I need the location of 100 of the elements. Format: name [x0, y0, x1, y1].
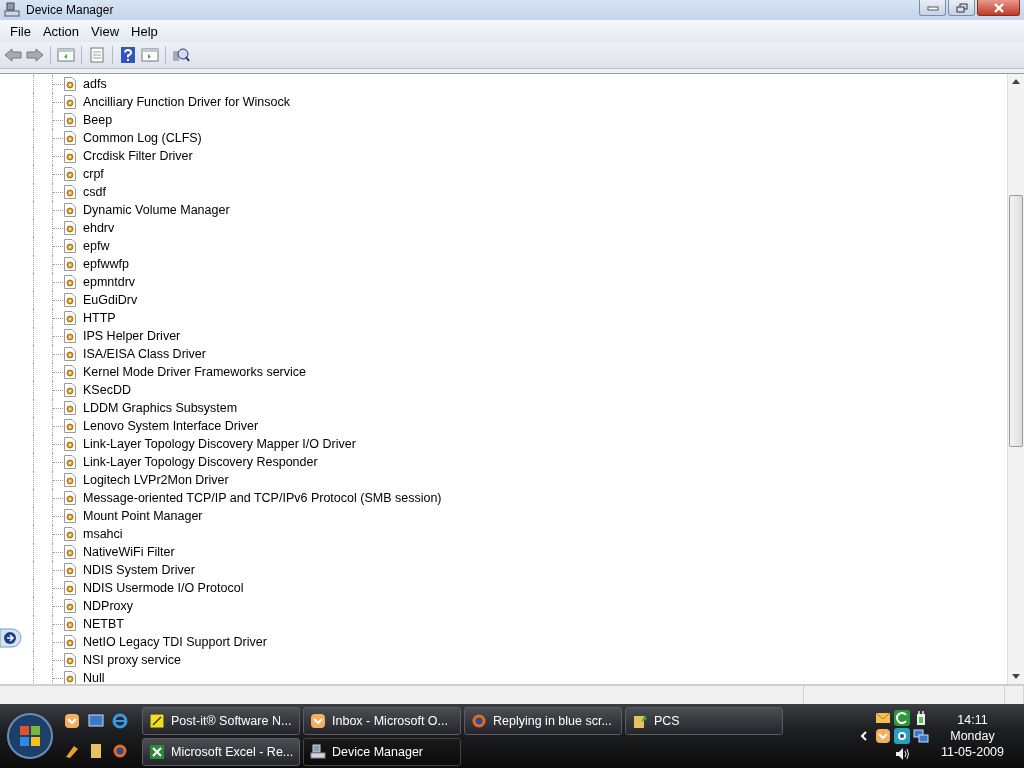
tree-item[interactable]: Logitech LVPr2Mon Driver	[83, 473, 229, 487]
arrow-tab-icon[interactable]	[0, 628, 22, 648]
gear-page-icon	[64, 509, 76, 523]
tree-item[interactable]: Mount Point Manager	[83, 509, 203, 523]
firefox-icon[interactable]	[112, 743, 128, 759]
scan-hardware-icon[interactable]	[172, 47, 190, 63]
tree-item[interactable]: Beep	[83, 113, 113, 127]
gear-page-icon	[64, 185, 76, 199]
vertical-scrollbar[interactable]	[1007, 74, 1024, 684]
envelope-icon[interactable]	[875, 710, 891, 726]
browser-icon[interactable]	[112, 713, 128, 729]
gear-page-icon	[64, 491, 76, 505]
tree-item[interactable]: Kernel Mode Driver Frameworks service	[83, 365, 306, 379]
gear-page-icon	[64, 365, 76, 379]
start-button[interactable]	[6, 712, 54, 760]
tree-item[interactable]: Lenovo System Interface Driver	[83, 419, 259, 433]
tree-item[interactable]: NDIS Usermode I/O Protocol	[83, 581, 244, 595]
minimize-button[interactable]	[919, 0, 946, 16]
tree-item[interactable]: Link-Layer Topology Discovery Responder	[83, 455, 318, 469]
taskbar-button[interactable]: Microsoft Excel - Re...	[142, 737, 300, 766]
tree-item[interactable]: crpf	[83, 167, 104, 181]
restore-icon	[955, 2, 968, 13]
c-logo-icon[interactable]	[894, 710, 910, 726]
close-button[interactable]	[977, 0, 1020, 16]
tree-item[interactable]: epmntdrv	[83, 275, 136, 289]
mail-icon[interactable]	[64, 713, 80, 729]
tree-item[interactable]: NETBT	[83, 617, 124, 631]
gear-page-icon	[64, 257, 76, 271]
sticky-note-icon	[149, 712, 165, 729]
tree-item[interactable]: NDProxy	[83, 599, 133, 613]
tree-item[interactable]: Null	[83, 671, 105, 684]
tree-item[interactable]: NativeWiFi Filter	[83, 545, 175, 559]
back-arrow-icon[interactable]	[4, 47, 22, 63]
gear-page-icon	[64, 473, 76, 487]
gear-page-icon	[64, 653, 76, 667]
gear-page-icon	[64, 419, 76, 433]
gear-page-icon	[64, 545, 76, 559]
gear-page-icon	[64, 329, 76, 343]
scroll-up-arrow-icon[interactable]	[1012, 79, 1020, 84]
mail-icon	[310, 712, 326, 729]
clock[interactable]: 14:11 Monday 11-05-2009	[935, 713, 1010, 759]
tree-item[interactable]: Message-oriented TCP/IP and TCP/IPv6 Protocol (SMB session)	[83, 491, 442, 505]
tree-item[interactable]: ISA/EISA Class Driver	[83, 347, 206, 361]
close-icon	[992, 2, 1005, 13]
tree-item[interactable]: adfs	[83, 77, 107, 91]
gear-page-icon	[64, 131, 76, 145]
taskbar-button[interactable]: PCS	[625, 706, 783, 735]
gear-page-icon	[64, 527, 76, 541]
gear-page-icon	[64, 437, 76, 451]
tree-item[interactable]: Dynamic Volume Manager	[83, 203, 230, 217]
gear-page-icon	[64, 347, 76, 361]
taskbar-button[interactable]: Device Manager	[303, 737, 461, 766]
help-icon[interactable]	[119, 47, 137, 63]
tree-item[interactable]: csdf	[83, 185, 106, 199]
gear-page-icon	[64, 221, 76, 235]
gear-page-icon	[64, 95, 76, 109]
minimize-icon	[926, 3, 939, 12]
tree-item[interactable]: KSecDD	[83, 383, 131, 397]
gear-page-icon	[64, 311, 76, 325]
gear-page-icon	[64, 149, 76, 163]
eye-icon[interactable]	[894, 728, 910, 744]
folder-icon[interactable]	[88, 743, 104, 759]
tree-item[interactable]: epfw	[83, 239, 110, 253]
network-icon[interactable]	[913, 728, 929, 744]
forward-arrow-icon[interactable]	[26, 47, 44, 63]
gear-page-icon	[64, 275, 76, 289]
mail-icon[interactable]	[875, 728, 891, 744]
tree-item[interactable]: LDDM Graphics Subsystem	[83, 401, 238, 415]
menu-item[interactable]: Help	[125, 23, 164, 39]
window-title: Device Manager	[26, 3, 114, 17]
taskbar-button[interactable]: Inbox - Microsoft O...	[303, 706, 461, 735]
computer-icon	[4, 2, 20, 18]
gear-page-icon	[64, 383, 76, 397]
tree-item[interactable]: Ancilliary Function Driver for Winsock	[83, 95, 290, 109]
tree-item[interactable]: msahci	[83, 527, 123, 541]
gear-page-icon	[64, 77, 76, 91]
menu-item[interactable]: View	[85, 23, 126, 39]
speaker-icon[interactable]	[894, 746, 910, 762]
tree-item[interactable]: NSI proxy service	[83, 653, 181, 667]
gear-page-icon	[64, 599, 76, 613]
gear-page-icon	[64, 401, 76, 415]
tree-item[interactable]: Common Log (CLFS)	[83, 131, 202, 145]
gear-page-icon	[64, 617, 76, 631]
taskbar-button[interactable]: Replying in blue scr...	[464, 706, 622, 735]
tree-item[interactable]: EuGdiDrv	[83, 293, 138, 307]
scroll-down-arrow-icon[interactable]	[1012, 674, 1020, 679]
menu-item[interactable]: File	[4, 23, 37, 39]
tree-item[interactable]: Link-Layer Topology Discovery Mapper I/O Driver	[83, 437, 356, 451]
tree-item[interactable]: NetIO Legacy TDI Support Driver	[83, 635, 267, 649]
tree-item[interactable]: epfwwfp	[83, 257, 129, 271]
tree-item[interactable]: ehdrv	[83, 221, 115, 235]
restore-button[interactable]	[948, 0, 975, 16]
tree-item[interactable]: Crcdisk Filter Driver	[83, 149, 193, 163]
taskbar-button[interactable]: Post-it® Software N...	[142, 706, 300, 735]
desktop-icon[interactable]	[88, 713, 104, 729]
tree-item[interactable]: IPS Helper Driver	[83, 329, 181, 343]
tree-item[interactable]: NDIS System Driver	[83, 563, 195, 577]
tree-item[interactable]: HTTP	[83, 311, 116, 325]
spreadsheet-icon	[149, 743, 165, 760]
menu-item[interactable]: Action	[36, 23, 86, 39]
